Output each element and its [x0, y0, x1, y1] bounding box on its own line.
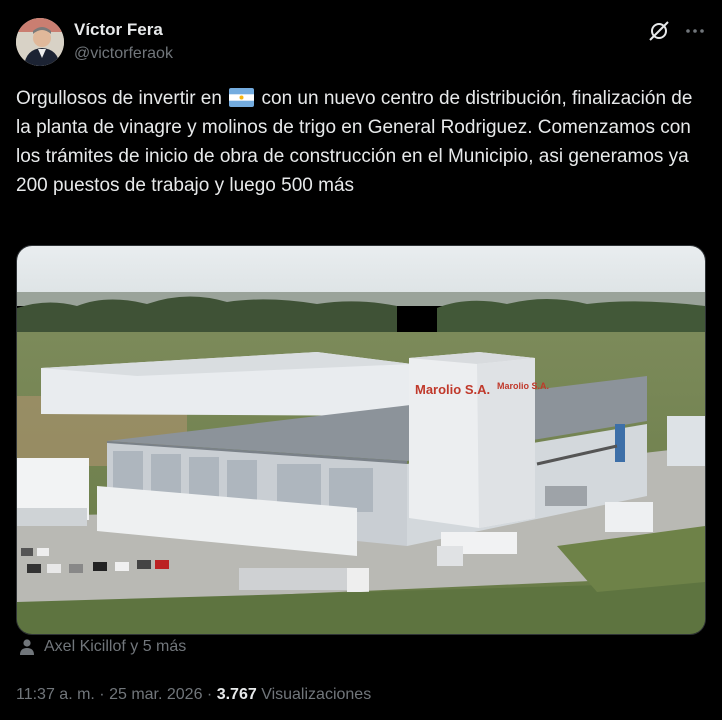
views-label: Visualizaciones	[256, 686, 372, 703]
author-handle[interactable]: @victorferaok	[74, 45, 173, 63]
meta-separator-2: ·	[202, 686, 217, 703]
tweet-photo[interactable]: Marolio S.A. Marolio S.A.	[16, 245, 706, 635]
tweet-time[interactable]: 11:37 a. m.	[16, 686, 95, 703]
tweet-text: Orgullosos de invertir en con un nuevo c…	[16, 84, 706, 200]
author-avatar[interactable]	[16, 18, 64, 66]
social-context[interactable]: Axel Kicillof y 5 más	[18, 638, 186, 656]
person-icon	[20, 639, 34, 655]
grok-icon[interactable]	[646, 18, 672, 44]
tweet: Víctor Fera @victorferaok Orgullosos de …	[0, 0, 722, 720]
meta-separator: ·	[94, 686, 110, 703]
tweet-date[interactable]: 25 mar. 2026	[109, 686, 202, 703]
author-name[interactable]: Víctor Fera	[74, 20, 163, 40]
marolio-side-sign: Marolio S.A.	[497, 381, 549, 391]
social-context-text: Axel Kicillof y 5 más	[44, 638, 187, 655]
argentina-flag-icon	[229, 87, 255, 107]
tweet-text-start: Orgullosos de invertir en	[16, 88, 222, 109]
marolio-sign: Marolio S.A.	[415, 382, 490, 397]
more-options-icon[interactable]	[682, 18, 708, 44]
views-count[interactable]: 3.767	[217, 686, 257, 703]
tweet-meta: 11:37 a. m. · 25 mar. 2026 · 3.767 Visua…	[16, 686, 371, 704]
